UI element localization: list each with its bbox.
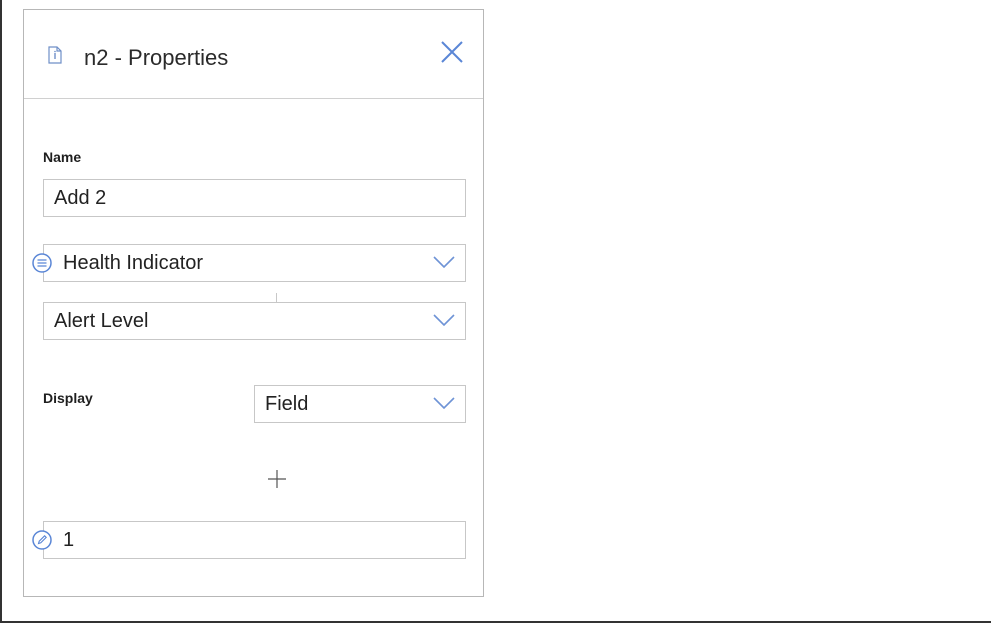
- chevron-down-icon: [433, 256, 455, 268]
- add-button[interactable]: [266, 468, 288, 490]
- display-dropdown-value: Field: [265, 393, 309, 415]
- source-dropdown-value: Health Indicator: [63, 252, 204, 274]
- panel-title: n2 - Properties: [84, 45, 229, 70]
- constant-input[interactable]: 1: [43, 521, 466, 559]
- name-label: Name: [43, 149, 82, 165]
- display-label: Display: [43, 390, 93, 406]
- name-input-value: Add 2: [54, 187, 107, 209]
- close-button[interactable]: [438, 38, 466, 66]
- pencil-icon[interactable]: [32, 530, 52, 550]
- name-input[interactable]: Add 2: [43, 179, 466, 217]
- properties-panel: n2 - Properties Name Add 2 Health Indica…: [23, 9, 484, 597]
- close-icon: [441, 41, 463, 63]
- panel-header: n2 - Properties: [24, 10, 483, 99]
- info-document-icon: [48, 46, 62, 64]
- constant-input-value: 1: [63, 529, 75, 551]
- field-dropdown[interactable]: Alert Level: [43, 302, 466, 340]
- plus-icon: [268, 470, 286, 488]
- chevron-down-icon: [433, 314, 455, 326]
- source-dropdown[interactable]: Health Indicator: [43, 244, 466, 282]
- list-icon: [32, 253, 52, 273]
- field-dropdown-value: Alert Level: [54, 310, 149, 332]
- display-dropdown[interactable]: Field: [254, 385, 466, 423]
- chevron-down-icon: [433, 397, 455, 409]
